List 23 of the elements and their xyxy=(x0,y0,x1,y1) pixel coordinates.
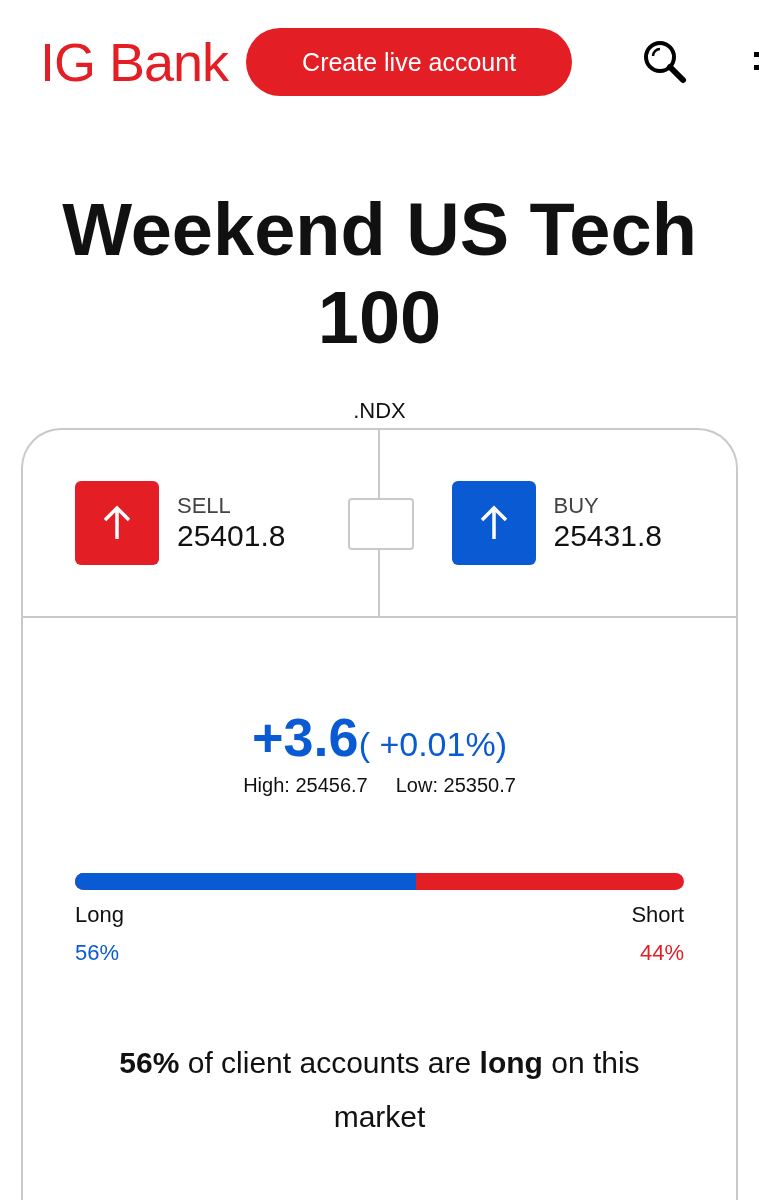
low-price: Low: 25350.7 xyxy=(395,774,516,797)
quantity-field[interactable] xyxy=(348,498,414,550)
high-price: High: 25456.7 xyxy=(243,774,368,797)
search-icon[interactable] xyxy=(642,39,689,85)
quote-price: 25401.8 xyxy=(177,519,286,553)
sell-button[interactable] xyxy=(75,481,159,565)
arrow-up-icon xyxy=(478,505,509,541)
quote-label: SELL xyxy=(177,493,232,519)
logo[interactable]: IG Bank xyxy=(40,31,229,93)
short-percent: 44% xyxy=(639,940,684,966)
market-symbol: .NDX xyxy=(352,398,407,424)
quote-price: 25431.8 xyxy=(553,519,662,553)
long-label: Long xyxy=(75,902,124,928)
change-percent: ( +0.01%) xyxy=(358,725,507,764)
change-value: +3.6 xyxy=(252,706,359,768)
create-account-button[interactable]: Create live account xyxy=(246,28,573,96)
long-percent: 56% xyxy=(75,940,120,966)
sentiment-summary: 56% of client accounts are long on this market xyxy=(118,1045,641,1135)
market-title: Weekend US Tech 100 xyxy=(61,187,698,361)
buy-button[interactable] xyxy=(451,481,536,565)
short-label: Short xyxy=(631,902,684,928)
arrow-up-icon xyxy=(102,505,132,541)
quote-label: BUY xyxy=(553,493,600,519)
